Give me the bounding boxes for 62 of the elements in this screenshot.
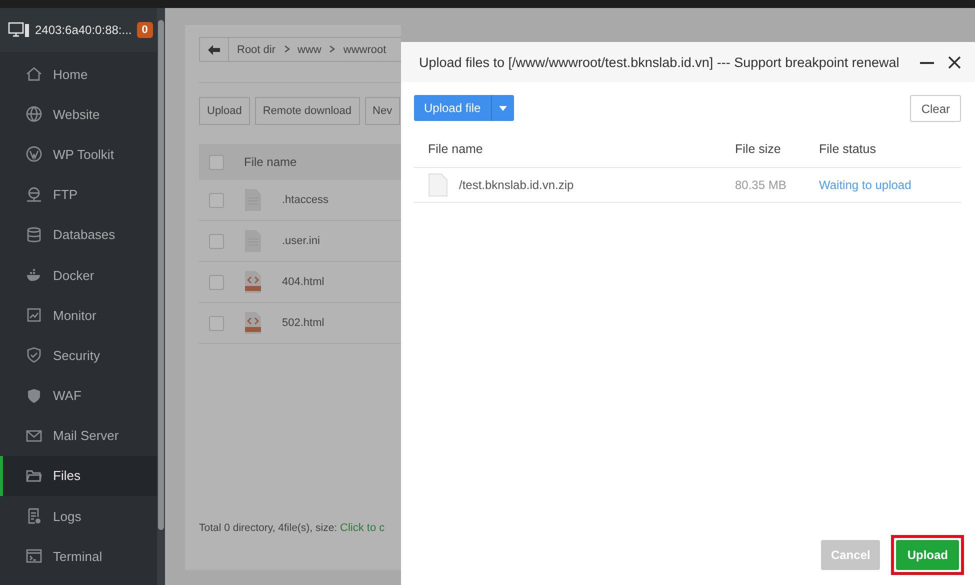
- column-header: File size: [735, 142, 782, 156]
- scrollbar[interactable]: [157, 8, 165, 585]
- document-icon: [244, 230, 262, 252]
- path-segment[interactable]: www: [298, 44, 322, 56]
- sidebar-item[interactable]: WAF: [0, 376, 157, 416]
- path-segment[interactable]: wwwroot: [343, 44, 386, 56]
- sidebar-item[interactable]: Terminal: [0, 536, 157, 576]
- dialog-title: Upload files to [/www/wwwroot/test.bknslab.id.vn] --- Support breakpoint renewal: [419, 54, 900, 70]
- close-icon[interactable]: [948, 56, 961, 68]
- file-name[interactable]: 502.html: [282, 317, 324, 329]
- file-summary: Total 0 directory, 4file(s), size:: [199, 522, 338, 534]
- file-size: 80.35 MB: [735, 178, 788, 192]
- left-arrow-icon: [208, 44, 220, 54]
- column-header[interactable]: File name: [244, 155, 297, 169]
- column-header: File status: [819, 142, 877, 156]
- clear-button[interactable]: Clear: [910, 95, 961, 122]
- server-address: 2403:6a40:0:88:...: [35, 23, 132, 37]
- upload-status: Waiting to upload: [819, 178, 912, 192]
- path-segment[interactable]: Root dir: [237, 44, 276, 56]
- home-icon: [25, 65, 43, 84]
- sidebar-item[interactable]: FTP: [0, 174, 157, 215]
- row-checkbox[interactable]: [209, 274, 224, 290]
- shield-icon: [25, 346, 43, 364]
- toolbar-button[interactable]: Remote download: [254, 97, 360, 125]
- sidebar-item[interactable]: Security: [0, 335, 157, 376]
- monitor-icon: [25, 306, 43, 324]
- globe-icon: [25, 105, 43, 124]
- select-all-checkbox[interactable]: [209, 154, 224, 170]
- waf-icon: [25, 386, 43, 405]
- chevron-icon: [329, 44, 336, 56]
- notification-badge: 0: [136, 22, 153, 38]
- row-checkbox[interactable]: [209, 234, 224, 248]
- chevron-icon: [284, 44, 290, 56]
- sidebar-item[interactable]: Files: [0, 456, 157, 496]
- computer-icon: [8, 22, 30, 38]
- sidebar-item[interactable]: Logs: [0, 496, 157, 536]
- sidebar-item[interactable]: Monitor: [0, 295, 157, 336]
- file-name[interactable]: .user.ini: [282, 235, 320, 247]
- sidebar-item[interactable]: Home: [0, 54, 157, 94]
- row-checkbox[interactable]: [209, 316, 224, 330]
- toolbar-button[interactable]: Nev: [364, 97, 400, 125]
- code-file-icon: [244, 271, 262, 293]
- file-name[interactable]: 404.html: [282, 276, 324, 288]
- row-checkbox[interactable]: [209, 192, 224, 208]
- sidebar-item[interactable]: Website: [0, 94, 157, 134]
- db-icon: [25, 226, 43, 244]
- sidebar-item[interactable]: Docker: [0, 254, 157, 296]
- upload-button[interactable]: Upload: [896, 540, 959, 570]
- sidebar-item[interactable]: WP Toolkit: [0, 134, 157, 175]
- file-name[interactable]: .htaccess: [282, 194, 328, 206]
- terminal-icon: [25, 547, 43, 566]
- caret-icon: [498, 106, 507, 110]
- sidebar-item[interactable]: Databases: [0, 214, 157, 255]
- calculate-size-link[interactable]: Click to c: [340, 522, 385, 534]
- toolbar-button[interactable]: Upload: [199, 97, 250, 125]
- sidebar-item[interactable]: Mail Server: [0, 416, 157, 456]
- ftp-icon: [25, 186, 43, 204]
- code-file-icon: [244, 312, 262, 334]
- file-icon: [428, 173, 448, 197]
- document-icon: [244, 189, 262, 211]
- file-name: /test.bknslab.id.vn.zip: [459, 178, 574, 192]
- column-header: File name: [428, 142, 484, 156]
